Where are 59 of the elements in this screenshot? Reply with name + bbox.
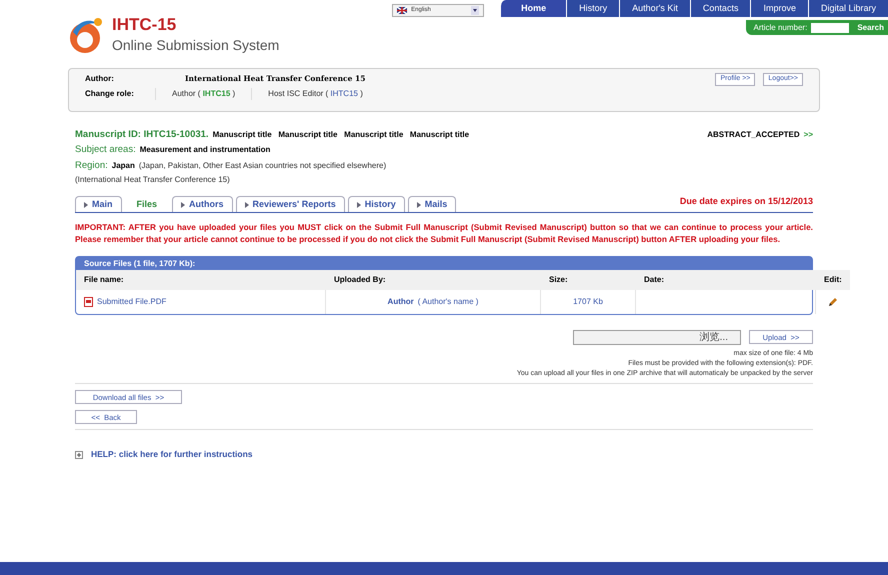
expand-icon[interactable]: [75, 450, 83, 459]
role-code: IHTC15: [330, 89, 358, 98]
tab[interactable]: Files: [124, 196, 170, 212]
site-title: IHTC-15: [112, 15, 178, 35]
browse-button[interactable]: 浏览...: [700, 330, 728, 346]
help-link[interactable]: HELP: click here for further instructions: [91, 448, 253, 461]
tab[interactable]: History: [348, 196, 405, 212]
subject-value: Measurement and instrumentation: [140, 144, 270, 156]
article-number-field[interactable]: [811, 22, 850, 32]
role-link[interactable]: Host ISC Editor ( IHTC15 ): [251, 88, 379, 100]
site-subtitle: Online Submission System: [112, 36, 280, 55]
manuscript-status: ABSTRACT_ACCEPTED: [707, 129, 800, 141]
tab[interactable]: Main: [75, 196, 122, 212]
arrow-icon: [416, 202, 421, 208]
nav-tab[interactable]: Author's Kit: [619, 0, 690, 17]
uploader-role: Author: [388, 296, 414, 308]
table-title: Source Files (1 file, 1707 Kb):: [76, 257, 812, 270]
region-value: Japan: [112, 160, 135, 172]
uploader-name[interactable]: ( Author's name ): [418, 296, 478, 308]
nav-tab[interactable]: Home: [500, 0, 566, 17]
important-notice: IMPORTANT: AFTER you have uploaded your files you MUST click on the Submit Full Manuscript (Submit Revised Manuscript) button so that we can continue to process your article. Please remember that your article cannot continue to be processed if you do not click the Submit Full Manuscript (Submit Revised Manuscript) button AFTER uploading your files.: [75, 221, 813, 246]
file-size: 1707 Kb: [573, 296, 603, 308]
file-link[interactable]: Submitted File.PDF: [97, 296, 166, 308]
tab[interactable]: Mails: [408, 196, 456, 212]
tab[interactable]: Authors: [172, 196, 233, 212]
arrow-icon: [244, 202, 249, 208]
manuscript-id: Manuscript ID: IHTC15-10031.: [75, 128, 209, 142]
column-header: File name:: [76, 270, 326, 290]
author-label: Author:: [85, 73, 115, 85]
subject-label: Subject areas:: [75, 143, 136, 158]
change-role-label: Change role:: [85, 88, 135, 100]
column-header: Edit:: [816, 270, 850, 290]
status-link[interactable]: >>: [804, 129, 813, 141]
nav-tab[interactable]: History: [566, 0, 620, 17]
nav-tab[interactable]: Improve: [750, 0, 808, 17]
manuscript-title: Manuscript title Manuscript title Manuscript title Manuscript title: [212, 129, 470, 141]
flag-icon: [397, 7, 408, 14]
pencil-icon[interactable]: [828, 297, 838, 308]
pdf-icon: [84, 297, 93, 308]
region-label: Region:: [75, 158, 108, 172]
file-field[interactable]: 浏览...: [573, 330, 741, 346]
nav-tab[interactable]: Digital Library: [808, 0, 888, 17]
region-detail: (Japan, Pakistan, Other East Asian countries not specified elsewhere): [138, 160, 386, 172]
role-link[interactable]: Author ( IHTC15 ): [155, 88, 252, 100]
arrow-icon: [181, 202, 186, 208]
article-number-label: Article number:: [754, 22, 808, 34]
column-header: Uploaded By:: [326, 270, 541, 290]
column-header: Date:: [636, 270, 816, 290]
dropdown-icon: [471, 6, 480, 15]
logo-icon: [68, 16, 104, 54]
column-header: Size:: [541, 270, 636, 290]
search-button[interactable]: Search: [853, 22, 888, 34]
due-date: Due date expires on 15/12/2013: [680, 194, 813, 208]
arrow-icon: [356, 202, 361, 208]
role-code: IHTC15: [202, 89, 230, 98]
arrow-icon: [84, 202, 88, 208]
nav-tab[interactable]: Contacts: [690, 0, 750, 17]
tab[interactable]: Reviewers' Reports: [236, 196, 345, 212]
conference-name: (International Heat Transfer Conference 15): [75, 174, 231, 186]
